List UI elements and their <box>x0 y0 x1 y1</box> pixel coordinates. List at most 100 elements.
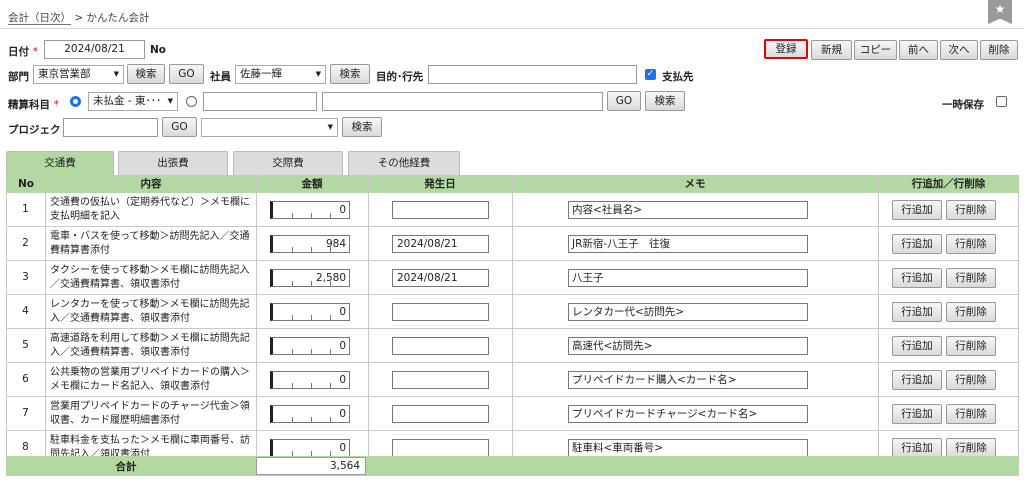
tab-business-trip[interactable]: 出張費 <box>118 151 228 175</box>
project-input[interactable] <box>63 118 158 137</box>
project-go-button[interactable]: GO <box>162 117 197 137</box>
memo-input[interactable]: 八王子 <box>568 269 808 287</box>
row-number: 5 <box>22 339 29 351</box>
tab-other-expenses[interactable]: その他経費 <box>348 151 460 175</box>
table-row: 2 電車・バスを使って移動＞訪問先記入／交通費精算書添付 984 2024/08… <box>6 227 1019 261</box>
account-code-input[interactable] <box>203 92 317 111</box>
add-row-button[interactable]: 行追加 <box>892 234 942 254</box>
add-row-button[interactable]: 行追加 <box>892 336 942 356</box>
date-input[interactable] <box>392 201 489 219</box>
remove-row-button[interactable]: 行削除 <box>946 234 996 254</box>
remove-row-button[interactable]: 行削除 <box>946 404 996 424</box>
breadcrumb: 会計（日次） > かんたん会計 <box>8 10 150 25</box>
amount-input[interactable]: 0 <box>270 439 350 456</box>
table-row: 8 駐車料金を支払った＞メモ欄に車両番号、訪問先記入／領収書添付 0 駐車料<車… <box>6 431 1019 456</box>
dept-go-button[interactable]: GO <box>169 64 204 84</box>
date-input[interactable] <box>392 439 489 456</box>
employee-search-button[interactable]: 検索 <box>330 64 370 84</box>
temp-save-label: 一時保存 <box>942 99 984 111</box>
temp-save-checkbox[interactable] <box>996 96 1007 107</box>
star-icon[interactable]: ★ <box>988 0 1012 24</box>
memo-input[interactable]: JR新宿-八王子 往復 <box>568 235 808 253</box>
row-description: タクシーを使って移動＞メモ欄に訪問先記入／交通費精算書、領収書添付 <box>50 265 250 290</box>
col-header-no: No <box>17 178 34 190</box>
project-select[interactable]: ▼ <box>201 118 338 137</box>
col-header-actions: 行追加／行削除 <box>911 178 986 190</box>
date-label: 日付 * <box>8 46 38 58</box>
memo-input[interactable]: 内容<社員名> <box>568 201 808 219</box>
table-row: 6 公共乗物の営業用プリペイドカードの購入＞メモ欄にカード名記入、領収書添付 0… <box>6 363 1019 397</box>
dept-label: 部門 <box>8 71 29 83</box>
amount-input[interactable]: 0 <box>270 405 350 423</box>
account-radio-manual[interactable] <box>186 96 197 107</box>
remove-row-button[interactable]: 行削除 <box>946 438 996 456</box>
remove-row-button[interactable]: 行削除 <box>946 370 996 390</box>
register-button[interactable]: 登録 <box>764 39 808 59</box>
row-number: 4 <box>22 305 29 317</box>
remove-row-button[interactable]: 行削除 <box>946 336 996 356</box>
memo-input[interactable]: 高速代<訪問先> <box>568 337 808 355</box>
date-input[interactable] <box>392 371 489 389</box>
row-description: 駐車料金を支払った＞メモ欄に車両番号、訪問先記入／領収書添付 <box>50 435 250 456</box>
amount-input[interactable]: 0 <box>270 371 350 389</box>
copy-button[interactable]: コピー <box>854 40 897 60</box>
prev-button[interactable]: 前へ <box>899 40 938 60</box>
remove-row-button[interactable]: 行削除 <box>946 268 996 288</box>
row-description: レンタカーを使って移動＞メモ欄に訪問先記入／交通費精算書、領収書添付 <box>50 299 250 324</box>
row-number: 6 <box>22 373 29 385</box>
dept-search-button[interactable]: 検索 <box>127 64 165 84</box>
date-input[interactable] <box>392 303 489 321</box>
tab-transport[interactable]: 交通費 <box>6 151 114 175</box>
row-description: 公共乗物の営業用プリペイドカードの購入＞メモ欄にカード名記入、領収書添付 <box>50 367 250 392</box>
add-row-button[interactable]: 行追加 <box>892 302 942 322</box>
project-search-button[interactable]: 検索 <box>342 117 382 137</box>
row-number: 7 <box>22 407 29 419</box>
account-select[interactable]: 未払金 - 東･･･ ▼ <box>88 92 178 111</box>
add-row-button[interactable]: 行追加 <box>892 438 942 456</box>
amount-input[interactable]: 2,580 <box>270 269 350 287</box>
payment-checkbox[interactable]: ✓ <box>645 69 656 80</box>
employee-select[interactable]: 佐藤一輝 ▼ <box>235 65 326 84</box>
add-row-button[interactable]: 行追加 <box>892 200 942 220</box>
tab-entertainment[interactable]: 交際費 <box>233 151 343 175</box>
date-input[interactable]: 2024/08/21 <box>392 235 489 253</box>
table-row: 4 レンタカーを使って移動＞メモ欄に訪問先記入／交通費精算書、領収書添付 0 レ… <box>6 295 1019 329</box>
new-button[interactable]: 新規 <box>811 40 852 60</box>
breadcrumb-separator: > <box>74 12 84 24</box>
breadcrumb-divider <box>0 28 1024 29</box>
account-radio-select[interactable] <box>70 96 81 107</box>
date-input[interactable]: 2024/08/21 <box>392 269 489 287</box>
account-name-input[interactable] <box>322 92 603 111</box>
memo-input[interactable]: 駐車料<車両番号> <box>568 439 808 456</box>
row-description: 電車・バスを使って移動＞訪問先記入／交通費精算書添付 <box>50 231 250 256</box>
amount-input[interactable]: 0 <box>270 303 350 321</box>
account-search-button[interactable]: 検索 <box>645 91 685 111</box>
memo-input[interactable]: プリペイドカードチャージ<カード名> <box>568 405 808 423</box>
breadcrumb-link[interactable]: 会計（日次） <box>8 12 71 25</box>
dept-select[interactable]: 東京営業部 ▼ <box>33 65 124 84</box>
col-header-amount: 金額 <box>301 178 323 190</box>
next-button[interactable]: 次へ <box>940 40 978 60</box>
breadcrumb-current: かんたん会計 <box>86 12 150 24</box>
memo-input[interactable]: レンタカー代<訪問先> <box>568 303 808 321</box>
remove-row-button[interactable]: 行削除 <box>946 302 996 322</box>
amount-input[interactable]: 0 <box>270 201 350 219</box>
date-input[interactable] <box>392 337 489 355</box>
row-number: 2 <box>22 237 29 249</box>
date-input[interactable] <box>392 405 489 423</box>
add-row-button[interactable]: 行追加 <box>892 404 942 424</box>
amount-input[interactable]: 984 <box>270 235 350 253</box>
add-row-button[interactable]: 行追加 <box>892 370 942 390</box>
remove-row-button[interactable]: 行削除 <box>946 200 996 220</box>
delete-button[interactable]: 削除 <box>980 40 1018 60</box>
date-input[interactable]: 2024/08/21 <box>44 40 145 59</box>
account-go-button[interactable]: GO <box>607 91 641 111</box>
memo-input[interactable]: プリペイドカード購入<カード名> <box>568 371 808 389</box>
purpose-input[interactable] <box>428 65 637 84</box>
add-row-button[interactable]: 行追加 <box>892 268 942 288</box>
col-header-date: 発生日 <box>424 178 456 190</box>
total-value: 3,564 <box>256 457 366 475</box>
amount-input[interactable]: 0 <box>270 337 350 355</box>
payment-label: 支払先 <box>662 71 694 83</box>
purpose-label: 目的･行先 <box>376 71 424 83</box>
